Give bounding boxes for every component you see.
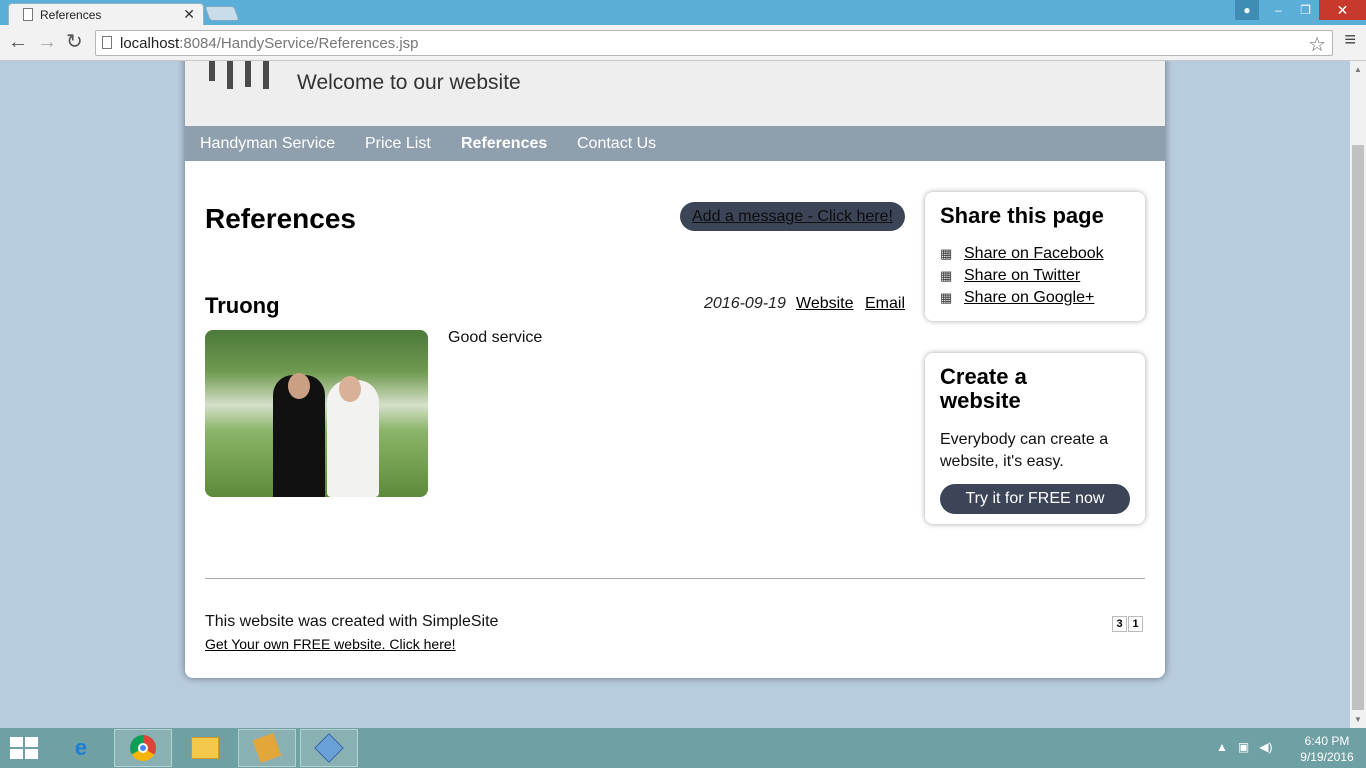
reload-icon[interactable]: ↻ [66,31,83,53]
site-header: Welcome to our website [185,61,1165,126]
share-facebook-link[interactable]: ▦ Share on Facebook [940,245,1104,263]
internet-explorer-icon[interactable]: e [52,729,110,767]
nav-references[interactable]: References [461,135,547,153]
share-title: Share this page [940,203,1104,228]
restore-button[interactable]: ❐ [1292,0,1319,20]
file-explorer-icon[interactable] [176,729,234,767]
system-tray: ▲ ▣ ◀) [1216,740,1272,754]
minimize-button[interactable]: ‒ [1265,0,1292,20]
virtualbox-icon[interactable] [300,729,358,767]
close-window-button[interactable]: ✕ [1319,0,1366,20]
page-title: References [205,203,356,234]
windows-start-icon[interactable] [10,737,38,759]
page-viewport: Welcome to our website Handyman Service … [0,61,1350,728]
page-icon [102,36,112,49]
scroll-up-arrow-icon[interactable]: ▲ [1354,65,1362,74]
nav-price-list[interactable]: Price List [365,135,431,153]
share-twitter-link[interactable]: ▦ Share on Twitter [940,267,1080,285]
new-tab-button[interactable] [204,6,240,21]
site-container: Welcome to our website Handyman Service … [185,61,1165,678]
address-bar[interactable]: localhost:8084/HandyService/References.j… [95,30,1333,56]
share-card: Share this page ▦ Share on Facebook ▦ Shar… [925,192,1145,321]
nav-contact-us[interactable]: Contact Us [577,135,656,153]
reference-photo [205,330,428,497]
browser-tab[interactable]: References ✕ [8,3,204,25]
create-website-title: Create a website [940,364,1027,413]
windows-taskbar: e ▲ ▣ ◀) 6:40 PM 9/19/2016 [0,728,1366,768]
reference-email-link[interactable]: Email [865,295,905,313]
footer-divider [205,578,1145,579]
counter-digit: 3 [1112,616,1127,632]
volume-icon[interactable]: ◀) [1259,740,1272,754]
chrome-icon[interactable] [114,729,172,767]
scrollbar-thumb[interactable] [1352,145,1364,710]
show-hidden-icons-icon[interactable]: ▲ [1216,740,1228,754]
browser-tabstrip: References ✕ ● ‒ ❐ ✕ [0,0,1366,25]
visitor-counter: 3 1 [1112,616,1143,632]
reference-website-link[interactable]: Website [796,295,854,313]
scroll-down-arrow-icon[interactable]: ▼ [1354,715,1362,724]
user-icon[interactable]: ● [1235,0,1259,20]
reference-date: 2016-09-19 [704,295,786,312]
facebook-icon: ▦ [940,246,953,261]
try-free-button[interactable]: Try it for FREE now [940,484,1130,514]
googleplus-icon: ▦ [940,290,953,305]
close-tab-icon[interactable]: ✕ [183,6,195,23]
system-clock[interactable]: 6:40 PM 9/19/2016 [1296,733,1358,765]
footer-credit: This website was created with SimpleSite [205,613,499,630]
create-website-text: Everybody can create a website, it's eas… [940,431,1109,470]
menu-icon[interactable]: ≡ [1344,29,1356,52]
window-controls: ● ‒ ❐ ✕ [1235,0,1366,20]
counter-digit: 1 [1128,616,1143,632]
reference-text: Good service [448,329,543,346]
add-message-button[interactable]: Add a message - Click here! [680,202,905,231]
footer-free-website-link[interactable]: Get Your own FREE website. Click here! [205,636,456,652]
network-icon[interactable]: ▣ [1238,740,1249,754]
share-googleplus-link[interactable]: ▦ Share on Google+ [940,289,1094,307]
forward-arrow-icon[interactable]: → [37,31,57,53]
tools-app-icon[interactable] [238,729,296,767]
site-logo [205,61,275,91]
bookmark-star-icon[interactable]: ☆ [1308,32,1326,57]
nav-handyman-service[interactable]: Handyman Service [200,135,335,153]
reference-author: Truong [205,293,280,318]
site-nav: Handyman Service Price List References C… [185,126,1165,161]
create-website-card: Create a website Everybody can create a … [925,353,1145,524]
twitter-icon: ▦ [940,268,953,283]
browser-toolbar: ← → ↻ localhost:8084/HandyService/Refere… [0,25,1366,61]
site-tagline: Welcome to our website [297,71,521,94]
url-text: localhost:8084/HandyService/References.j… [120,35,419,52]
back-arrow-icon[interactable]: ← [8,31,28,53]
tab-title: References [40,8,102,22]
vertical-scrollbar[interactable]: ▲ ▼ [1350,61,1366,728]
page-icon [23,8,33,21]
